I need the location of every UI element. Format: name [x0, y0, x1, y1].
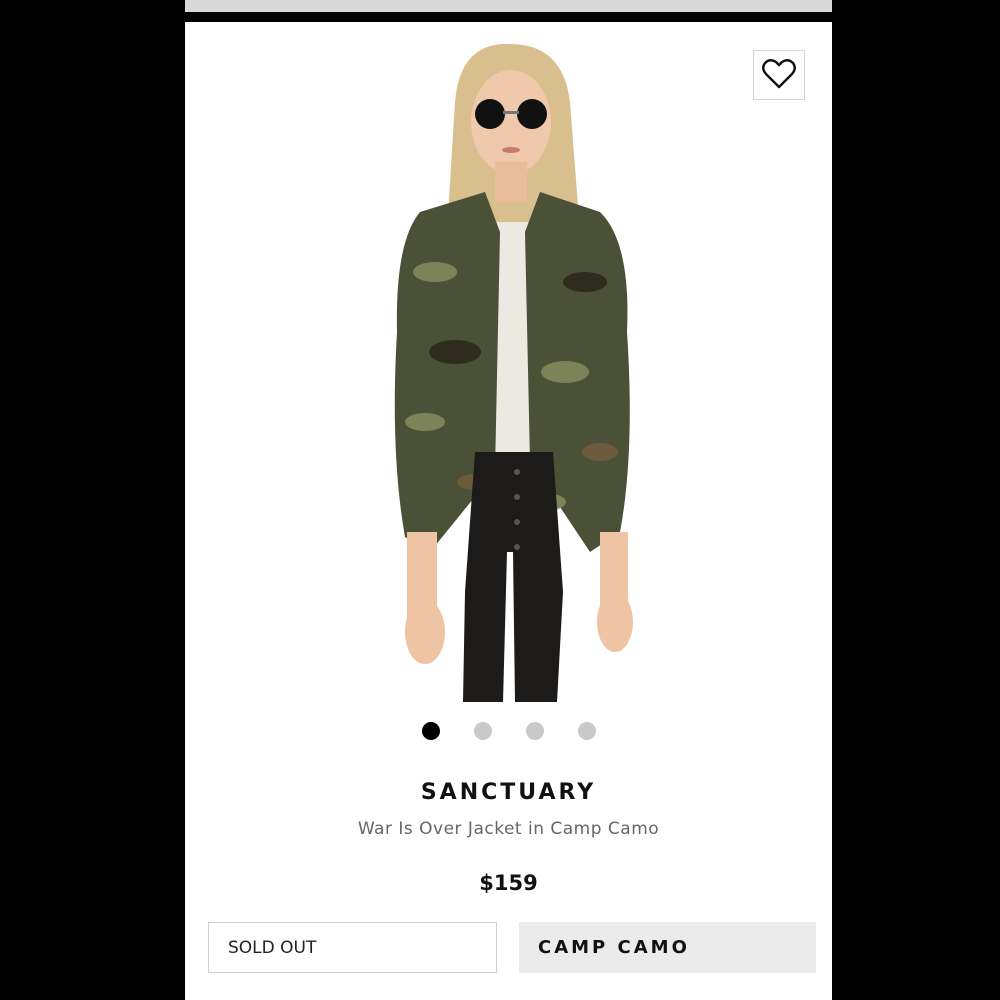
carousel-dot-3[interactable] — [525, 722, 544, 740]
top-bar — [185, 0, 832, 12]
product-name: War Is Over Jacket in Camp Camo — [357, 819, 660, 839]
product-price: $159 — [479, 871, 538, 895]
product-image[interactable] — [335, 32, 685, 702]
color-select[interactable]: CAMP CAMO — [519, 922, 816, 973]
wishlist-button[interactable] — [753, 50, 805, 100]
heart-icon — [762, 58, 796, 92]
brand-name[interactable]: SANCTUARY — [185, 780, 832, 805]
carousel-dot-1[interactable] — [421, 722, 440, 740]
carousel-dot-2[interactable] — [473, 722, 492, 740]
size-select[interactable]: SOLD OUT — [208, 922, 497, 973]
product-page: SANCTUARY War Is Over Jacket in Camp Cam… — [185, 22, 832, 1000]
carousel-dot-4[interactable] — [577, 722, 596, 740]
carousel-indicators — [185, 722, 832, 742]
